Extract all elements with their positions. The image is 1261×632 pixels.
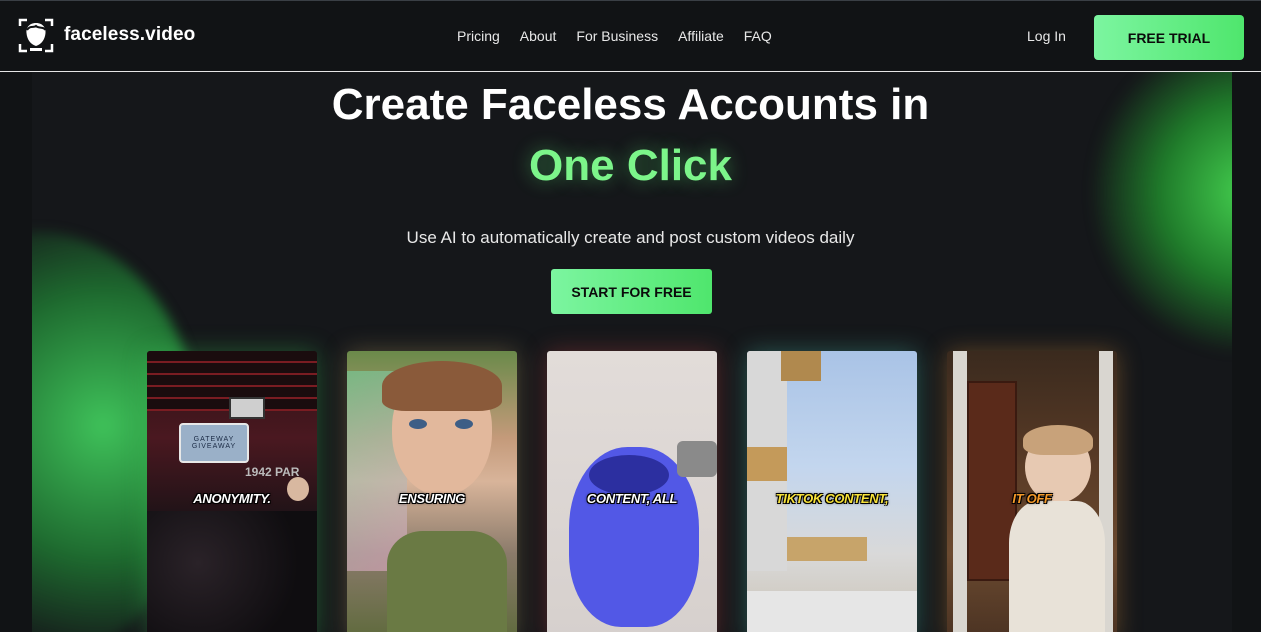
card-caption: ANONYMITY. (193, 491, 271, 506)
nav-for-business[interactable]: For Business (576, 28, 658, 44)
card-caption: CONTENT, ALL (586, 491, 678, 506)
brand-logo[interactable]: faceless.video (18, 17, 195, 53)
plank-top (781, 351, 821, 381)
child-hair (1023, 425, 1093, 455)
nav-about[interactable]: About (520, 28, 557, 44)
top-navbar: faceless.video Pricing About For Busines… (0, 0, 1261, 72)
crowd (147, 511, 317, 632)
wall-screen (229, 397, 265, 419)
left-eye (409, 419, 427, 429)
main-nav: Pricing About For Business Affiliate FAQ (457, 28, 792, 44)
brand-name: faceless.video (64, 24, 196, 45)
nav-affiliate[interactable]: Affiliate (678, 28, 724, 44)
video-card-4[interactable]: TIKTOK CONTENT, (747, 351, 917, 632)
video-card-5[interactable]: IT OFF (947, 351, 1117, 632)
dress (387, 531, 507, 632)
plank-platform (787, 537, 867, 561)
login-link[interactable]: Log In (1027, 28, 1066, 44)
sand-hole (589, 455, 669, 495)
snow-ground (747, 591, 917, 632)
video-card-3[interactable]: CONTENT, ALL (547, 351, 717, 632)
right-eye (455, 419, 473, 429)
cutting-tool (677, 441, 717, 477)
start-for-free-button[interactable]: START FOR FREE (551, 269, 712, 314)
free-trial-button[interactable]: FREE TRIAL (1094, 15, 1244, 60)
video-card-1[interactable]: GATEWAY GIVEAWAY 1942 PAR ANONYMITY. (147, 351, 317, 632)
giveaway-sign: GATEWAY GIVEAWAY (179, 423, 249, 463)
pajamas (1009, 501, 1105, 632)
card-caption: IT OFF (1012, 491, 1052, 506)
hair (382, 361, 502, 411)
card-caption: ENSURING (398, 491, 466, 506)
video-card-2[interactable]: ENSURING (347, 351, 517, 632)
plank-block (747, 447, 787, 481)
hero-subtitle: Use AI to automatically create and post … (406, 228, 855, 247)
hero-title: Create Faceless Accounts in (331, 80, 930, 129)
card-caption: TIKTOK CONTENT, (775, 491, 889, 506)
nav-faq[interactable]: FAQ (744, 28, 772, 44)
background-text: 1942 PAR (245, 465, 300, 479)
hero-title-highlight: One Click (529, 141, 732, 190)
nav-pricing[interactable]: Pricing (457, 28, 500, 44)
faceless-logo-icon (18, 17, 54, 53)
